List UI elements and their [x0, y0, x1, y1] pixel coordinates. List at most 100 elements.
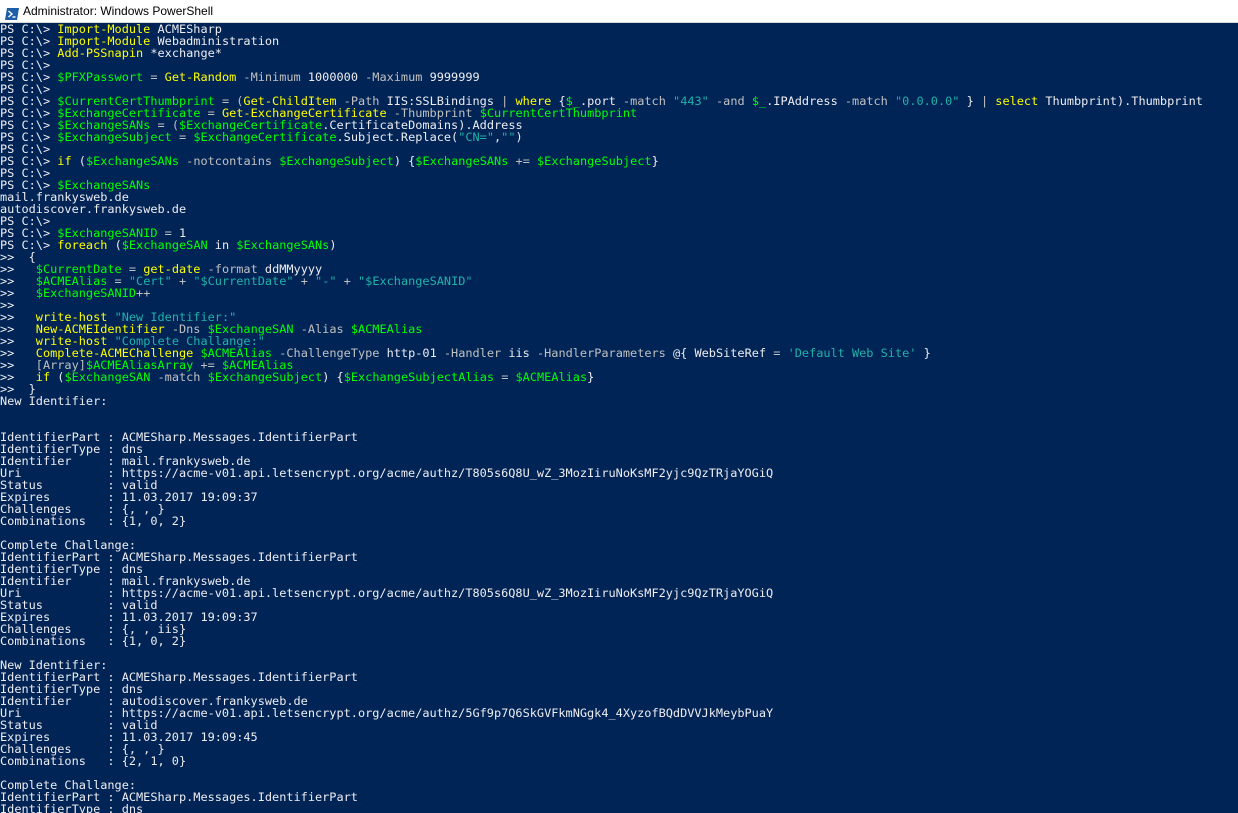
console-line: >> $ACMEAlias = "Cert" + "$CurrentDate" … [0, 275, 1203, 287]
console-token: 9999999 [422, 70, 480, 84]
console-token: -and [716, 94, 745, 108]
console-token: foreach [57, 238, 108, 252]
console-token: New Identifier: [0, 394, 108, 408]
console-token: iis [501, 346, 537, 360]
console-output[interactable]: PS C:\> Import-Module ACMESharp PS C:\> I… [0, 23, 1238, 813]
console-token: } [959, 94, 981, 108]
console-line: IdentifierType : dns [0, 803, 1203, 813]
console-token [200, 370, 207, 384]
console-line: IdentifierPart : ACMESharp.Messages.Iden… [0, 791, 1203, 803]
console-token [666, 94, 673, 108]
console-token: $ACMEAlias [515, 370, 588, 384]
console-token: $_ [751, 94, 767, 108]
console-token: 'Default Web Site' [787, 346, 917, 360]
console-token: Combinations : {1, 0, 2} [0, 634, 187, 648]
console-token: $ExchangeSANID [35, 286, 137, 300]
console-line: IdentifierPart : ACMESharp.Messages.Iden… [0, 431, 1203, 443]
console-token: @{ WebSiteRef [665, 346, 774, 360]
console-token: + [336, 274, 358, 288]
console-line: PS C:\> if ($ExchangeSANs -notcontains $… [0, 155, 1203, 167]
console-token: Combinations : {1, 0, 2} [0, 514, 187, 528]
console-lines: PS C:\> Import-Module ACMESharp PS C:\> I… [0, 23, 1203, 813]
title-bar[interactable]: Administrator: Windows PowerShell [0, 0, 1238, 23]
console-token: = [143, 70, 165, 84]
console-line: PS C:\> foreach ($ExchangeSAN in $Exchan… [0, 239, 1203, 251]
console-line: New Identifier: [0, 395, 1203, 407]
console-token: Thumbprint).Thumbprint [1038, 94, 1203, 108]
console-token: += [508, 154, 538, 168]
console-token: ) { [322, 370, 344, 384]
console-token: $ExchangeSAN [64, 370, 151, 384]
console-token: ( [71, 154, 86, 168]
console-token: http-01 [379, 346, 444, 360]
console-token: .Subject.Replace( [336, 130, 459, 144]
console-token: $ExchangeSANs [236, 238, 330, 252]
console-token: ( [50, 370, 65, 384]
console-token: in [207, 238, 237, 252]
console-token: } [587, 370, 595, 384]
console-token: + [171, 274, 194, 288]
console-line: IdentifierPart : ACMESharp.Messages.Iden… [0, 551, 1203, 563]
console-token: "" [501, 130, 516, 144]
powershell-icon [5, 5, 19, 20]
console-token: -match [150, 370, 201, 384]
console-token: Add-PSSnapin [57, 46, 144, 60]
console-token: "$ExchangeSANID" [358, 274, 473, 288]
console-token [780, 346, 787, 360]
console-line: Combinations : {1, 0, 2} [0, 635, 1203, 647]
console-token: "0.0.0.0" [895, 94, 960, 108]
console-token: "CN=" [458, 130, 494, 144]
console-token: "443" [673, 94, 709, 108]
console-token: $ExchangeSubject [57, 130, 172, 144]
console-token: Get-Random [164, 70, 237, 84]
console-line: Uri : https://acme-v01.api.letsencrypt.o… [0, 467, 1203, 479]
console-line: >> } [0, 383, 1203, 395]
console-token: } [651, 154, 659, 168]
console-token: $ExchangeCertificate [193, 130, 337, 144]
console-token [344, 322, 351, 336]
console-token: ++ [136, 286, 151, 300]
console-token: -Minimum [236, 70, 301, 84]
console-line: Combinations : {2, 1, 0} [0, 755, 1203, 767]
console-line: Combinations : {1, 0, 2} [0, 515, 1203, 527]
console-token: $ExchangeSubject [207, 370, 323, 384]
console-line: Expires : 11.03.2017 19:09:45 [0, 731, 1203, 743]
console-token: .IPAddress [766, 94, 845, 108]
console-line: Uri : https://acme-v01.api.letsencrypt.o… [0, 587, 1203, 599]
console-token: } [916, 346, 931, 360]
console-token: select [995, 94, 1039, 108]
console-line: Uri : https://acme-v01.api.letsencrypt.o… [0, 707, 1203, 719]
console-line: PS C:\> $ExchangeSANs [0, 179, 1203, 191]
console-token: $ExchangeSubjectAlias [343, 370, 495, 384]
console-token: -HandlerParameters [536, 346, 666, 360]
console-token: ) [329, 238, 337, 252]
console-line: >> $ExchangeSANID++ [0, 287, 1203, 299]
console-token: $ExchangeSANs [415, 154, 509, 168]
console-token [745, 94, 752, 108]
console-token: $ACMEAlias [350, 322, 423, 336]
console-line: PS C:\> $PFXPasswort = Get-Random -Minim… [0, 71, 1203, 83]
console-token: if [35, 370, 51, 384]
console-token: ) { [393, 154, 416, 168]
console-line: PS C:\> [0, 167, 1203, 179]
console-token [888, 94, 895, 108]
console-token [709, 94, 716, 108]
console-line: PS C:\> Add-PSSnapin *exchange* [0, 47, 1203, 59]
console-token: "$CurrentDate" [193, 274, 294, 288]
console-token: Combinations : {2, 1, 0} [0, 754, 187, 768]
console-token: $PFXPasswort [57, 70, 144, 84]
console-token: -Alias [293, 322, 344, 336]
console-token: -Maximum [357, 70, 423, 84]
console-token: if [57, 154, 72, 168]
console-token: = [171, 130, 194, 144]
console-token: + [293, 274, 316, 288]
console-token: -notcontains [179, 154, 273, 168]
console-token: $ExchangeSubject [279, 154, 394, 168]
console-token: ) [515, 130, 523, 144]
console-token: $ExchangeSAN [121, 238, 208, 252]
window-title: Administrator: Windows PowerShell [23, 4, 214, 18]
